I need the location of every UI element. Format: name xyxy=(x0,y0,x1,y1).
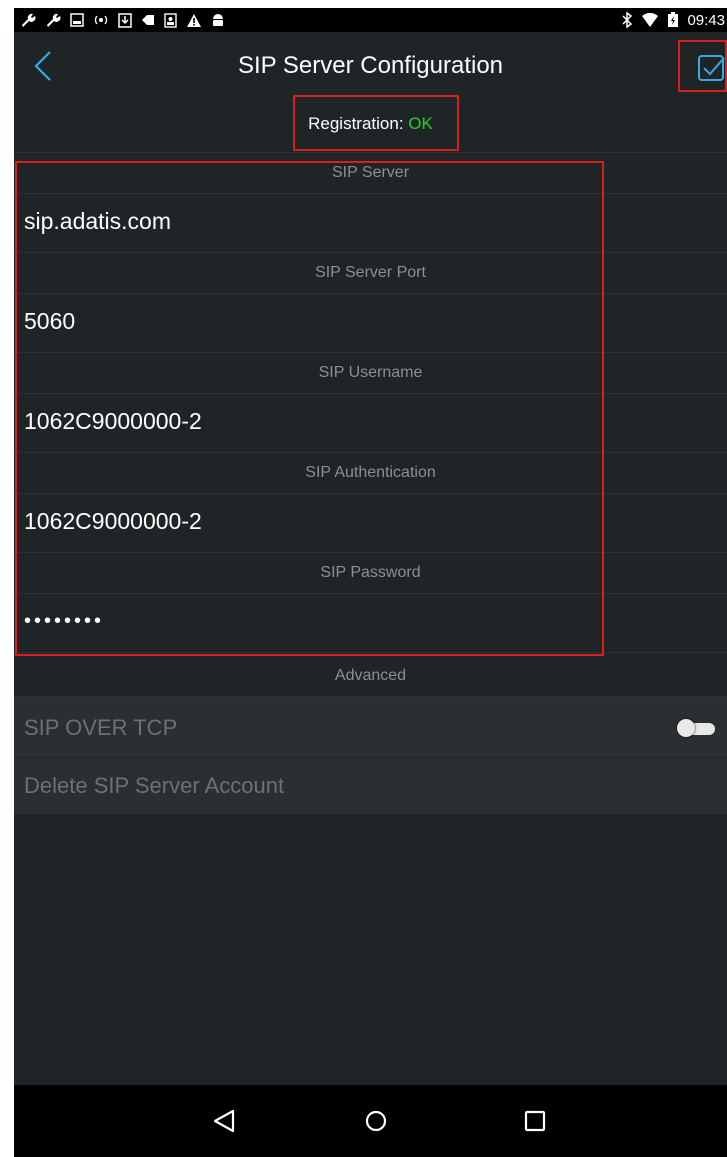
status-icons-left xyxy=(20,11,225,29)
sip-over-tcp-toggle[interactable] xyxy=(677,719,717,737)
checkbox-save-icon xyxy=(698,55,725,81)
nav-back-button[interactable] xyxy=(209,1105,241,1137)
radio-icon xyxy=(94,15,108,25)
battery-charging-icon xyxy=(668,12,679,27)
section-header-sip-server: SIP Server xyxy=(14,153,727,194)
section-header-sip-password: SIP Password xyxy=(14,553,727,594)
navigation-bar xyxy=(14,1085,727,1157)
nav-recents-button[interactable] xyxy=(519,1105,551,1137)
sip-authentication-value: 1062C9000000-2 xyxy=(24,508,202,534)
registration-row: Registration: OK xyxy=(14,100,727,153)
status-time: 09:43 xyxy=(687,11,725,29)
sip-username-field[interactable]: 1062C9000000-2 xyxy=(14,394,727,453)
sip-over-tcp-row[interactable]: SIP OVER TCP xyxy=(14,697,727,758)
android-icon xyxy=(213,13,223,26)
contact-icon xyxy=(164,12,177,28)
section-header-sip-port: SIP Server Port xyxy=(14,253,727,294)
sip-password-field[interactable]: •••••••• xyxy=(14,594,727,653)
wifi-icon xyxy=(642,12,659,27)
sip-authentication-field[interactable]: 1062C9000000-2 xyxy=(14,494,727,553)
sip-password-value: •••••••• xyxy=(24,610,105,632)
sip-over-tcp-label: SIP OVER TCP xyxy=(24,715,178,740)
home-circle-icon xyxy=(365,1110,387,1132)
bluetooth-icon xyxy=(622,12,633,28)
warning-icon xyxy=(187,13,201,27)
section-header-sip-username: SIP Username xyxy=(14,353,727,394)
sip-port-field[interactable]: 5060 xyxy=(14,294,727,353)
wrench-icon xyxy=(22,13,36,27)
toggle-thumb xyxy=(677,719,695,737)
wrench-icon xyxy=(47,13,61,27)
sip-server-field[interactable]: sip.adatis.com xyxy=(14,194,727,253)
page-title: SIP Server Configuration xyxy=(237,52,504,79)
delete-account-row[interactable]: Delete SIP Server Account xyxy=(14,758,727,815)
section-header-advanced: Advanced xyxy=(14,656,727,697)
save-button[interactable] xyxy=(691,50,725,84)
registration-ok-badge: OK xyxy=(408,114,433,133)
device-screen: 09:43 SIP Server Configuration Registrat… xyxy=(14,8,727,1157)
app-bar: SIP Server Configuration xyxy=(14,32,727,101)
download-icon xyxy=(118,12,132,28)
sip-port-value: 5060 xyxy=(24,308,76,334)
back-triangle-icon xyxy=(213,1109,235,1133)
section-header-sip-authentication: SIP Authentication xyxy=(14,453,727,494)
image-icon xyxy=(70,13,84,27)
registration-label: Registration: xyxy=(308,114,409,133)
status-icons-right: 09:43 xyxy=(621,11,725,29)
status-bar: 09:43 xyxy=(14,8,727,32)
recents-square-icon xyxy=(524,1110,546,1132)
sip-username-value: 1062C9000000-2 xyxy=(24,408,202,434)
delete-account-label: Delete SIP Server Account xyxy=(24,773,285,798)
registration-status: Registration: OK xyxy=(14,114,727,134)
tag-icon xyxy=(142,15,154,25)
nav-home-button[interactable] xyxy=(360,1105,392,1137)
sip-server-value: sip.adatis.com xyxy=(24,208,172,234)
